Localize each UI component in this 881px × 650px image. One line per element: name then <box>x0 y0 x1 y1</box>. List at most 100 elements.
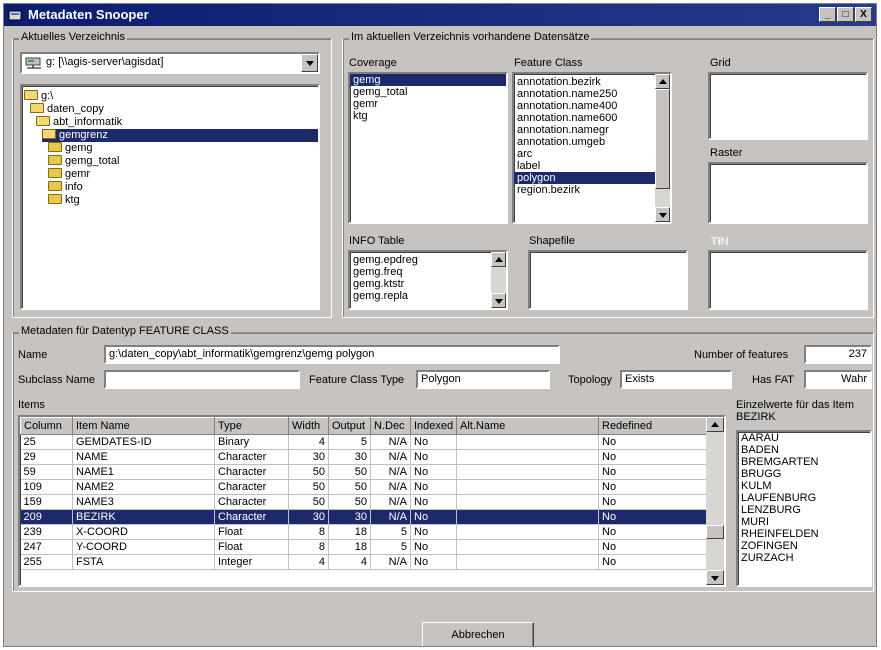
tree-item[interactable]: abt_informatik <box>36 116 122 129</box>
feature-class-item[interactable]: polygon <box>514 172 655 184</box>
coverage-list[interactable]: gemg gemg_total gemr ktg <box>348 72 508 224</box>
info-table-list[interactable]: gemg.epdreg gemg.freq gemg.ktstr gemg.repla <box>348 250 508 310</box>
table-row[interactable]: 29 NAME Character 30 30 N/A No No <box>20 449 711 465</box>
feature-class-list[interactable]: annotation.bezirk annotation.name250 annot… <box>512 72 672 224</box>
feature-class-item[interactable]: arc <box>514 148 655 160</box>
items-grid[interactable]: Column Item Name Type Width Output N.Dec Index… <box>18 415 726 587</box>
table-row[interactable]: 109 NAME2 Character 50 50 N/A No No <box>20 479 711 495</box>
item-values-list[interactable]: AARAU BADEN BREMGARTEN BRUGG KULM LAUFENBURG L… <box>736 430 872 587</box>
feature-class-item[interactable]: label <box>514 160 655 172</box>
item-value[interactable]: MURI <box>738 516 870 528</box>
network-drive-icon <box>25 57 41 69</box>
info-table-scrollbar[interactable] <box>491 252 506 308</box>
tree-item[interactable]: ktg <box>48 194 80 207</box>
cancel-button[interactable]: Abbrechen <box>422 622 534 646</box>
title-bar[interactable]: Metadaten Snooper _ □ X <box>4 4 876 26</box>
coverage-item[interactable]: gemr <box>350 98 506 110</box>
info-table-item[interactable]: gemg.repla <box>350 290 491 302</box>
item-value[interactable]: AARAU <box>738 432 870 444</box>
tree-item[interactable]: info <box>48 181 83 194</box>
topology-field[interactable]: Exists <box>620 370 732 389</box>
table-row[interactable]: 59 NAME1 Character 50 50 N/A No No <box>20 464 711 480</box>
tree-item[interactable]: daten_copy <box>30 103 104 116</box>
column-header[interactable]: Type <box>214 417 289 435</box>
drive-dropdown-button[interactable] <box>301 54 318 72</box>
scroll-down-button[interactable] <box>655 207 670 222</box>
coverage-item[interactable]: ktg <box>350 110 506 122</box>
scroll-up-button[interactable] <box>655 74 670 89</box>
table-row[interactable]: 159 NAME3 Character 50 50 N/A No No <box>20 494 711 510</box>
table-row[interactable]: 25 GEMDATES-ID Binary 4 5 N/A No No <box>20 434 711 450</box>
scroll-down-button[interactable] <box>491 293 506 308</box>
tree-item[interactable]: gemg <box>48 142 93 155</box>
column-header[interactable]: Alt.Name <box>456 417 599 435</box>
number-of-features-field[interactable]: 237 <box>804 345 872 364</box>
info-table-label: INFO Table <box>349 235 405 247</box>
column-header[interactable]: Column <box>20 417 73 435</box>
column-header[interactable]: Item Name <box>72 417 215 435</box>
feature-class-item[interactable]: region.bezirk <box>514 184 655 196</box>
item-value[interactable]: BADEN <box>738 444 870 456</box>
item-value[interactable]: LENZBURG <box>738 504 870 516</box>
raster-list[interactable] <box>708 162 868 224</box>
tin-list[interactable] <box>708 250 868 310</box>
table-row[interactable]: 209 BEZIRK Character 30 30 N/A No No <box>20 509 711 525</box>
item-value[interactable]: RHEINFELDEN <box>738 528 870 540</box>
info-table-item[interactable]: gemg.ktstr <box>350 278 491 290</box>
scroll-up-button[interactable] <box>491 252 506 267</box>
tree-item[interactable]: gemgrenz <box>42 129 318 142</box>
table-cell: X-COORD <box>72 524 215 540</box>
item-value[interactable]: KULM <box>738 480 870 492</box>
close-button[interactable]: X <box>855 7 872 22</box>
grid-list[interactable] <box>708 72 868 140</box>
item-value[interactable]: BRUGG <box>738 468 870 480</box>
column-header[interactable]: N.Dec <box>370 417 411 435</box>
table-cell <box>456 449 599 465</box>
column-header[interactable]: Redefined <box>598 417 711 435</box>
folder-icon <box>48 181 62 192</box>
tree-item[interactable]: gemr <box>48 168 90 181</box>
tree-item-label: daten_copy <box>47 103 104 115</box>
shapefile-list[interactable] <box>528 250 688 310</box>
feature-class-item[interactable]: annotation.name600 <box>514 112 655 124</box>
feature-class-item[interactable]: annotation.name400 <box>514 100 655 112</box>
name-field[interactable]: g:\daten_copy\abt_informatik\gemgrenz\ge… <box>104 345 560 364</box>
table-row[interactable]: 255 FSTA Integer 4 4 N/A No No <box>20 554 711 570</box>
items-scrollbar[interactable] <box>706 417 724 585</box>
directory-tree[interactable]: g:\ daten_copy abt_informatik gemgrenz gemg g… <box>20 84 320 310</box>
scroll-thumb[interactable] <box>706 525 724 539</box>
coverage-item[interactable]: gemg_total <box>350 86 506 98</box>
tree-item[interactable]: gemg_total <box>48 155 119 168</box>
maximize-button[interactable]: □ <box>837 7 854 22</box>
tin-label: TIN <box>710 235 728 247</box>
scroll-down-button[interactable] <box>706 570 724 585</box>
minimize-button[interactable]: _ <box>819 7 836 22</box>
feature-class-item[interactable]: annotation.namegr <box>514 124 655 136</box>
feature-class-item[interactable]: annotation.name250 <box>514 88 655 100</box>
feature-class-item[interactable]: annotation.umgeb <box>514 136 655 148</box>
tree-item-label: gemg_total <box>65 155 120 167</box>
info-table-item[interactable]: gemg.epdreg <box>350 254 491 266</box>
column-header[interactable]: Indexed <box>410 417 457 435</box>
column-header[interactable]: Output <box>328 417 371 435</box>
column-header[interactable]: Width <box>288 417 329 435</box>
feature-class-item[interactable]: annotation.bezirk <box>514 76 655 88</box>
folder-icon <box>48 155 62 166</box>
scroll-up-button[interactable] <box>706 417 724 432</box>
item-value[interactable]: ZURZACH <box>738 552 870 564</box>
table-row[interactable]: 239 X-COORD Float 8 18 5 No No <box>20 524 711 540</box>
has-fat-field[interactable]: Wahr <box>804 370 872 389</box>
item-value[interactable]: ZOFINGEN <box>738 540 870 552</box>
subclass-name-field[interactable] <box>104 370 300 389</box>
info-table-item[interactable]: gemg.freq <box>350 266 491 278</box>
feature-class-scrollbar[interactable] <box>655 74 670 222</box>
table-cell: No <box>410 539 457 555</box>
item-value[interactable]: LAUFENBURG <box>738 492 870 504</box>
drive-combobox[interactable]: g: [\\agis-server\agisdat] <box>20 52 320 74</box>
table-row[interactable]: 247 Y-COORD Float 8 18 5 No No <box>20 539 711 555</box>
coverage-item[interactable]: gemg <box>350 74 506 86</box>
scroll-thumb[interactable] <box>655 89 670 189</box>
item-value[interactable]: BREMGARTEN <box>738 456 870 468</box>
feature-class-type-field[interactable]: Polygon <box>416 370 550 389</box>
tree-item[interactable]: g:\ <box>24 90 53 103</box>
